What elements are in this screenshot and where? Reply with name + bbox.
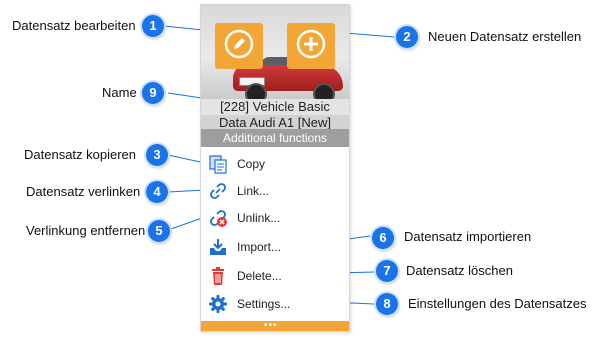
link-icon: [207, 180, 229, 202]
menu-item-import-label: Import...: [237, 240, 282, 254]
plus-circle-icon: [296, 29, 326, 64]
callout-badge-7: 7: [376, 260, 398, 282]
trash-icon: [207, 265, 229, 287]
record-image: [201, 5, 349, 101]
callout-text-6: Datensatz importieren: [404, 229, 532, 244]
callout-badge-5: 5: [148, 220, 170, 242]
edit-record-button[interactable]: [215, 23, 263, 69]
callout-text-1: Datensatz bearbeiten: [12, 18, 136, 33]
copy-icon: [207, 153, 229, 175]
menu-item-unlink[interactable]: Unlink...: [201, 205, 349, 231]
unlink-icon: [207, 207, 229, 229]
callout-text-2: Neuen Datensatz erstellen: [428, 29, 582, 44]
callout-text-8: Einstellungen des Datensatzes: [408, 296, 587, 311]
menu-item-link-label: Link...: [237, 184, 270, 198]
callout-badge-2: 2: [396, 26, 418, 48]
menu-item-copy[interactable]: Copy: [201, 151, 349, 177]
callout-badge-8: 8: [376, 293, 398, 315]
callout-text-5: Verlinkung entfernen: [26, 223, 146, 238]
menu-item-link[interactable]: Link...: [201, 178, 349, 204]
panel-footer-expand[interactable]: •••: [201, 321, 349, 331]
menu-item-import[interactable]: Import...: [201, 234, 349, 260]
menu-item-delete-label: Delete...: [237, 269, 282, 283]
menu-item-settings-label: Settings...: [237, 297, 291, 311]
menu-item-copy-label: Copy: [237, 157, 266, 171]
more-dots-icon: •••: [264, 320, 278, 331]
record-name-line-1: [228] Vehicle Basic: [201, 99, 349, 115]
callout-badge-4: 4: [146, 181, 168, 203]
pencil-icon: [224, 29, 254, 64]
import-icon: [207, 236, 229, 258]
menu-item-delete[interactable]: Delete...: [201, 263, 349, 289]
record-name: [228] Vehicle Basic Data Audi A1 [New]: [201, 99, 349, 130]
callout-text-3: Datensatz kopieren: [24, 147, 137, 162]
additional-functions-header: Additional functions: [201, 129, 349, 147]
callout-badge-1: 1: [142, 15, 164, 37]
callout-text-7: Datensatz löschen: [406, 263, 513, 278]
callout-text-4: Datensatz verlinken: [26, 184, 141, 199]
gear-icon: [207, 293, 229, 315]
menu-item-unlink-label: Unlink...: [237, 211, 281, 225]
new-record-button[interactable]: [287, 23, 335, 69]
callout-badge-3: 3: [146, 144, 168, 166]
record-panel: [228] Vehicle Basic Data Audi A1 [New] A…: [200, 4, 350, 332]
callout-text-9: Name: [102, 85, 137, 100]
menu-item-settings[interactable]: Settings...: [201, 291, 349, 317]
callout-badge-6: 6: [372, 227, 394, 249]
callout-badge-9: 9: [142, 82, 164, 104]
